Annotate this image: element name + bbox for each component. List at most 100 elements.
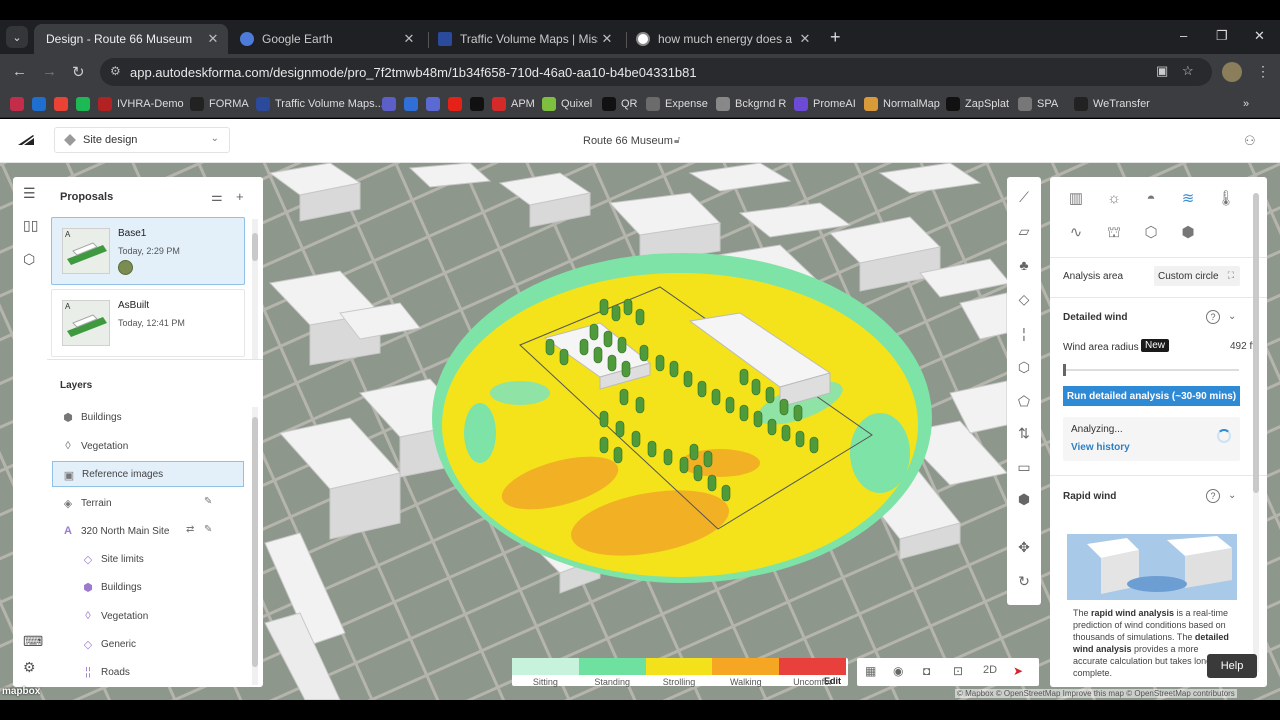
layer-site-vegetation[interactable]: ◊ Vegetation	[52, 603, 244, 629]
layers-stack-icon[interactable]: ⬡	[23, 251, 35, 268]
bookmark-star-icon[interactable]: ☆	[1182, 63, 1194, 79]
run-detailed-analysis-button[interactable]: Run detailed analysis (~30-90 mins)	[1063, 386, 1240, 406]
window-close-icon[interactable]: ✕	[1254, 28, 1265, 44]
split-tool-icon[interactable]: ⇅	[1007, 425, 1041, 442]
add-proposal-plus-icon[interactable]: +	[236, 189, 244, 204]
browser-tab-2[interactable]: Google Earth ✕	[228, 24, 424, 54]
bookmark-item[interactable]	[404, 95, 423, 113]
settings-gear-icon[interactable]: ⚙	[23, 659, 36, 676]
proposal-card-base1[interactable]: A Base1 Today, 2:29 PM	[51, 217, 245, 285]
noise-icon[interactable]: ∿	[1064, 221, 1088, 245]
bookmark-item[interactable]: QR	[602, 95, 638, 113]
layer-generic[interactable]: ◇ Generic	[52, 631, 244, 657]
book-icon[interactable]: ▯▯	[23, 217, 38, 234]
tab-close-icon[interactable]: ✕	[400, 31, 418, 47]
daylight-icon[interactable]: ◓	[1139, 187, 1163, 211]
tab-close-icon[interactable]: ✕	[796, 31, 814, 47]
tab-close-icon[interactable]: ✕	[598, 31, 616, 47]
layer-vegetation[interactable]: ◊ Vegetation	[52, 433, 244, 459]
new-tab-plus-icon[interactable]: +	[830, 27, 841, 48]
bookmark-item[interactable]	[54, 95, 73, 113]
bookmark-item[interactable]: Traffic Volume Maps...	[256, 95, 384, 113]
view-history-link[interactable]: View history	[1071, 442, 1130, 453]
layer-buildings[interactable]: ⬢ Buildings	[52, 404, 244, 430]
grid-layout-icon[interactable]: ▦	[865, 664, 876, 678]
tag-icon[interactable]: ▭	[1007, 459, 1041, 476]
scroll-thumb[interactable]	[252, 417, 258, 667]
site-settings-icon[interactable]: ⚙	[110, 64, 121, 78]
scroll-thumb[interactable]	[252, 233, 258, 261]
reload-icon[interactable]: ↻	[72, 63, 85, 81]
sun-icon[interactable]: ☼	[1102, 187, 1126, 211]
analysis-scrollbar[interactable]	[1253, 193, 1259, 673]
bookmark-item[interactable]: ZapSplat	[946, 95, 1009, 113]
bookmark-item[interactable]: IVHRA-Demo	[98, 95, 184, 113]
bar-chart-icon[interactable]: ▥	[1064, 187, 1088, 211]
road-tool-icon[interactable]: ¦	[1007, 325, 1041, 341]
bookmark-item[interactable]: Quixel	[542, 95, 592, 113]
eye-icon[interactable]: ◉	[893, 664, 903, 678]
proposals-scrollbar[interactable]	[252, 219, 258, 359]
back-arrow-icon[interactable]: ←	[12, 63, 27, 80]
layers-scrollbar[interactable]	[252, 407, 258, 685]
help-question-icon[interactable]: ?	[1206, 489, 1220, 503]
unlock-icon[interactable]: 🔓︎	[674, 135, 680, 146]
bookmark-item[interactable]	[448, 95, 467, 113]
url-field[interactable]: ⚙ app.autodeskforma.com/designmode/pro_7…	[100, 58, 1212, 86]
bookmark-item[interactable]: Expense	[646, 95, 708, 113]
minimize-icon[interactable]: –	[1180, 28, 1187, 43]
layer-site-buildings[interactable]: ⬢ Buildings	[52, 574, 244, 600]
cubes-analysis-icon[interactable]: ⬢	[1176, 221, 1200, 245]
autodesk-logo-icon[interactable]	[18, 134, 34, 146]
bookmark-item[interactable]: FORMA	[190, 95, 249, 113]
browser-tab-1[interactable]: Design - Route 66 Museum ✕	[34, 24, 228, 54]
bookmark-item[interactable]: PromeAI	[794, 95, 856, 113]
more-bookmarks-chevron-icon[interactable]: »	[1243, 95, 1249, 113]
layer-terrain[interactable]: ◈ Terrain ✎	[52, 490, 244, 516]
wind-icon[interactable]: ≋	[1176, 187, 1200, 211]
pavilion-icon[interactable]: ⛫	[1102, 221, 1126, 245]
analysis-area-select[interactable]: Custom circle ⛶	[1154, 266, 1240, 286]
browser-tab-3[interactable]: Traffic Volume Maps | Missouri ✕	[426, 24, 622, 54]
layer-reference-images[interactable]: ▣ Reference images	[52, 461, 244, 487]
hexagon-icon[interactable]: ⬡	[1139, 221, 1163, 245]
forward-arrow-icon[interactable]: →	[42, 63, 57, 80]
collaborators-icon[interactable]: ⚇	[1244, 133, 1256, 149]
help-question-icon[interactable]: ?	[1206, 310, 1220, 324]
bookmark-item[interactable]	[76, 95, 95, 113]
swap-icon[interactable]: ⇄	[186, 524, 194, 535]
filter-sliders-icon[interactable]: ⚌	[211, 189, 223, 205]
thermometer-icon[interactable]: 🌡︎	[1214, 187, 1238, 211]
bookmark-item[interactable]	[426, 95, 445, 113]
compass-icon[interactable]: ➤	[1013, 664, 1023, 678]
help-button[interactable]: Help	[1207, 654, 1257, 678]
bookmark-item[interactable]	[10, 95, 29, 113]
layer-site-limits[interactable]: ◇ Site limits	[52, 546, 244, 572]
view-2d-toggle[interactable]: 2D	[983, 664, 997, 676]
bookmark-item[interactable]	[32, 95, 51, 113]
layer-roads[interactable]: ¦¦ Roads	[52, 659, 244, 685]
browser-menu-icon[interactable]: ⋮	[1256, 63, 1270, 80]
keyboard-icon[interactable]: ⌨	[23, 633, 43, 650]
plane-tool-icon[interactable]: ◇	[1007, 291, 1041, 308]
bookmark-item[interactable]: SPA	[1018, 95, 1058, 113]
scroll-thumb[interactable]	[1253, 193, 1259, 493]
chevron-down-icon[interactable]: ⌄	[1228, 311, 1236, 322]
profile-avatar[interactable]	[1222, 62, 1242, 82]
tab-close-icon[interactable]: ✕	[204, 31, 222, 47]
bookmark-item[interactable]	[470, 95, 489, 113]
layer-site[interactable]: A 320 North Main Site ⇄ ✎	[52, 518, 244, 544]
menu-lines-icon[interactable]: ☰	[23, 185, 36, 202]
camera-icon[interactable]: ◘	[923, 664, 930, 678]
bookmark-item[interactable]	[382, 95, 401, 113]
polygon-tool-icon[interactable]: ⬠	[1007, 393, 1041, 410]
wind-radius-slider[interactable]	[1063, 364, 1239, 376]
move-icon[interactable]: ✥	[1007, 539, 1041, 556]
install-app-icon[interactable]: ▣	[1156, 63, 1168, 79]
cubes-icon[interactable]: ⬢	[1007, 491, 1041, 508]
edit-pencil-icon[interactable]: ✎	[204, 524, 212, 535]
rotate-icon[interactable]: ↻	[1007, 573, 1041, 590]
chevron-down-icon[interactable]: ⌄	[1228, 490, 1236, 501]
bookmark-item[interactable]: NormalMap	[864, 95, 940, 113]
slider-knob[interactable]	[1063, 364, 1066, 376]
